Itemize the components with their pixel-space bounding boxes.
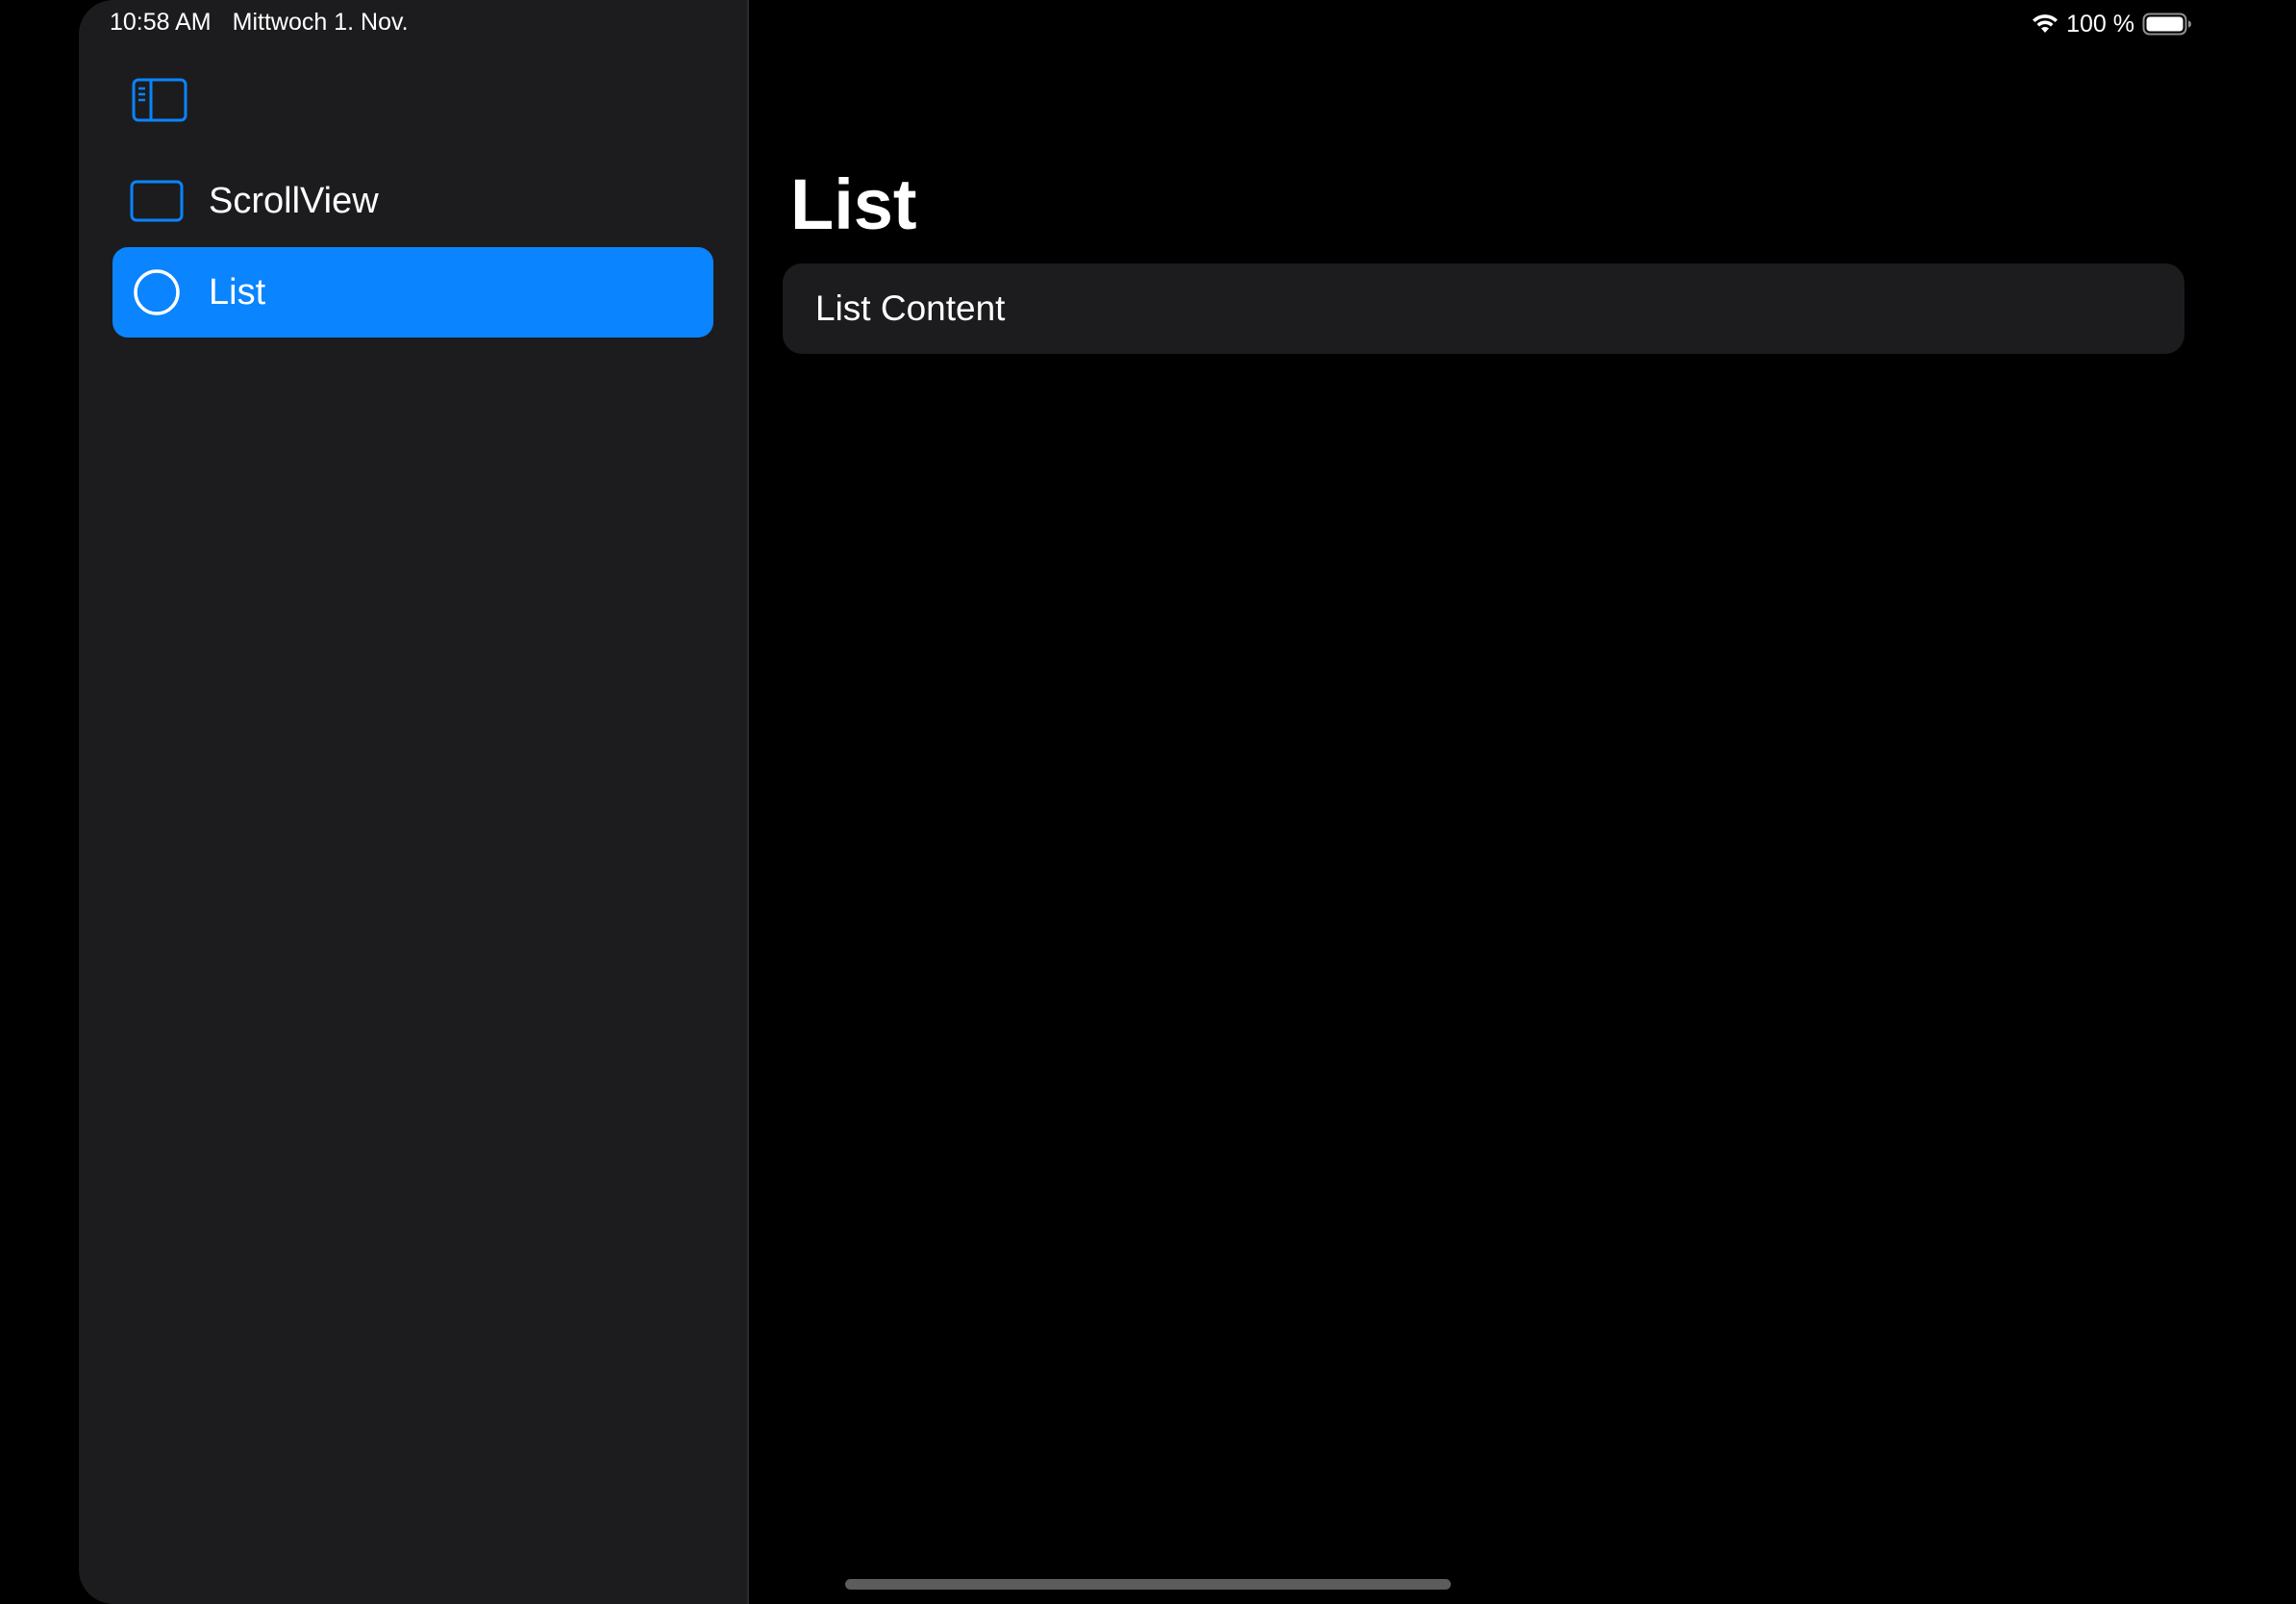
status-bar-right: 100 % — [2019, 9, 2192, 39]
circle-icon — [130, 265, 184, 319]
rectangle-icon — [130, 174, 184, 228]
status-time: 10:58 AM — [110, 9, 212, 36]
page-title: List — [790, 164, 917, 244]
sidebar-item-label: List — [209, 271, 266, 313]
sidebar-item-list[interactable]: List — [112, 247, 713, 338]
status-date: Mittwoch 1. Nov. — [232, 9, 409, 36]
battery-percentage: 100 % — [2066, 10, 2134, 38]
ipad-screen: 10:58 AM Mittwoch 1. Nov. 100 % ScrollVi… — [0, 0, 2296, 1604]
home-indicator[interactable] — [845, 1579, 1451, 1590]
wifi-icon — [2032, 13, 2059, 35]
sidebar-left-icon — [132, 78, 187, 127]
sidebar-item-label: ScrollView — [209, 180, 379, 221]
list-row[interactable]: List Content — [783, 263, 2184, 354]
split-view-divider[interactable] — [747, 0, 749, 1604]
sidebar-item-scrollview[interactable]: ScrollView — [112, 156, 713, 246]
toggle-sidebar-button[interactable] — [131, 78, 188, 127]
status-bar-left: 10:58 AM Mittwoch 1. Nov. — [110, 9, 409, 37]
battery-full-icon — [2142, 13, 2192, 36]
list-row-label: List Content — [815, 288, 1006, 328]
